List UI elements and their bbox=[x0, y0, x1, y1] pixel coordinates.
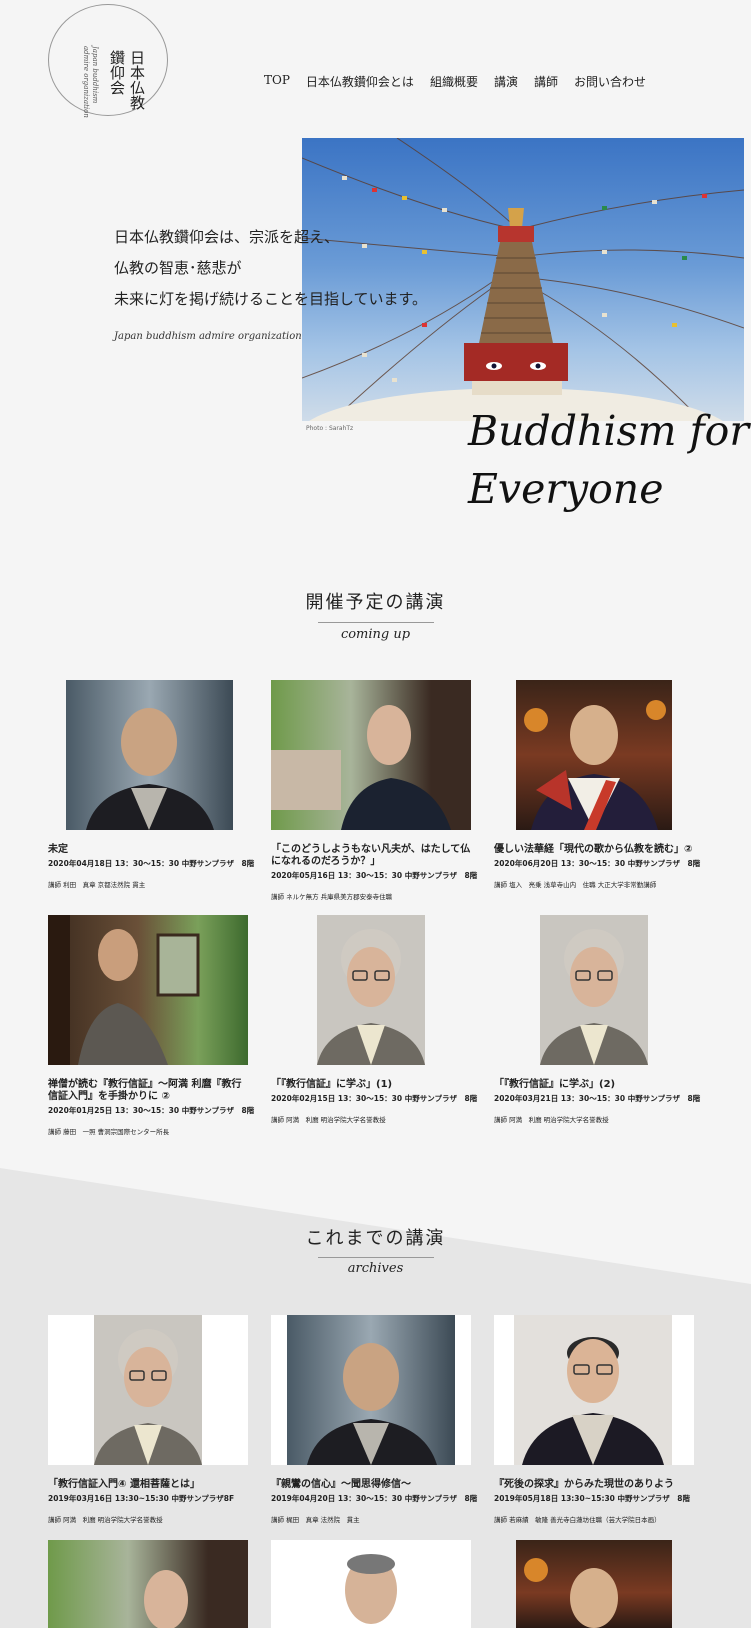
lecture-title[interactable]: 「教行信証入門④ 還相菩薩とは」 bbox=[48, 1479, 248, 1491]
logo-subtitle: Japan buddhism admire organization bbox=[82, 46, 99, 118]
lecture-date: 2020年05月16日 13：30～15：30 中野サンプラザ 8階 bbox=[271, 871, 478, 880]
archive-card[interactable]: 「教行信証入門④ 還相菩薩とは」 2019年03月16日 13:30~15:30… bbox=[48, 1315, 248, 1524]
upcoming-section-subtitle: coming up bbox=[340, 627, 411, 642]
nav-lectures[interactable]: 講演 bbox=[494, 73, 518, 90]
lecturer-photo[interactable] bbox=[271, 1315, 471, 1465]
lecture-date: 2019年03月16日 13:30~15:30 中野サンプラザ8F bbox=[48, 1494, 235, 1503]
photo-bg bbox=[516, 680, 672, 830]
nav-lecturers[interactable]: 講師 bbox=[534, 73, 558, 90]
lecture-date: 2020年02月15日 13：30～15：30 中野サンプラザ 8階 bbox=[271, 1094, 478, 1103]
lecture-date: 2020年06月20日 13：30～15：30 中野サンプラザ 8階 bbox=[494, 859, 701, 868]
photo-bg bbox=[48, 915, 248, 1065]
upcoming-section-title: 開催予定の講演 bbox=[305, 592, 446, 613]
lecture-title[interactable]: 「『教行信証』に学ぶ」(1) bbox=[271, 1079, 471, 1091]
lecture-card[interactable]: 優しい法華経「現代の歌から仏教を読む」② 2020年06月20日 13：30～1… bbox=[494, 680, 701, 889]
lecture-card[interactable]: 「『教行信証』に学ぶ」(2) 2020年03月21日 13：30～15：30 中… bbox=[494, 915, 701, 1124]
portrait-monk-illustration bbox=[307, 1343, 437, 1465]
lecture-speaker: 講師 利田 真章 京都法然院 貫主 bbox=[48, 881, 146, 889]
nav-top[interactable]: TOP bbox=[264, 73, 290, 90]
lecturer-photo[interactable] bbox=[494, 1315, 694, 1465]
lecturer-photo[interactable] bbox=[271, 680, 471, 830]
tagline-line-1: Buddhism for bbox=[468, 407, 749, 455]
logo-subtitle-line2: admire organization bbox=[82, 46, 90, 118]
portrait-priest-robes-illustration bbox=[524, 1558, 618, 1628]
lecturer-photo[interactable] bbox=[494, 915, 694, 1065]
archive-card-photo-partial[interactable] bbox=[516, 1540, 672, 1628]
portrait-monk-profile-illustration bbox=[144, 1570, 188, 1628]
portrait-professor-illustration bbox=[540, 929, 648, 1065]
lecture-title[interactable]: 禅僧が読む『教行信証』～阿満 利麿『教行信証入門』を手掛かりに ② bbox=[48, 1079, 248, 1103]
archives-title-divider bbox=[318, 1257, 434, 1258]
archive-card[interactable]: 『死後の探求』からみた現世のありよう 2019年05月18日 13:30~15:… bbox=[494, 1315, 694, 1524]
lecture-speaker: 講師 阿満 利麿 明治学院大学名誉教授 bbox=[48, 1516, 163, 1524]
lecturer-photo[interactable] bbox=[494, 680, 694, 830]
portrait-professor-illustration bbox=[317, 929, 425, 1065]
lecture-title[interactable]: 「『教行信証』に学ぶ」(2) bbox=[494, 1079, 694, 1091]
archive-card[interactable]: 『親鸞の信心』～聞思得修信～ 2019年04月20日 13：30～15：30 中… bbox=[271, 1315, 478, 1524]
lecturer-photo[interactable] bbox=[48, 680, 248, 830]
lecture-card[interactable]: 「『教行信証』に学ぶ」(1) 2020年02月15日 13：30～15：30 中… bbox=[271, 915, 478, 1124]
lecturer-photo[interactable] bbox=[48, 915, 248, 1065]
photo-bg bbox=[66, 680, 233, 830]
portrait-lecturer-illustration bbox=[345, 1554, 397, 1624]
lecture-speaker: 講師 若麻績 敏隆 善光寺白蓮坊住職（芸大学院日本画） bbox=[494, 1516, 661, 1524]
archives-section-subtitle: archives bbox=[347, 1261, 404, 1276]
lecturer-photo[interactable] bbox=[271, 915, 471, 1065]
hero-line-1: 日本仏教鑽仰会は、宗派を超え、 bbox=[114, 228, 340, 246]
main-nav: TOP 日本仏教鑽仰会とは 組織概要 講演 講師 お問い合わせ bbox=[264, 73, 646, 90]
lecture-speaker: 講師 ネルケ無方 兵庫県美方郡安泰寺住職 bbox=[271, 893, 393, 901]
archive-card-photo-partial[interactable] bbox=[48, 1540, 248, 1628]
photo-bg bbox=[317, 915, 425, 1065]
logo-title[interactable]: 日本仏教 鑽仰会 bbox=[108, 50, 146, 110]
archives-section-title: これまでの講演 bbox=[305, 1228, 446, 1249]
lecture-speaker: 講師 塩入 亮乗 浅草寺山内 住職 大正大学非常勤講師 bbox=[494, 881, 657, 889]
hero-tagline: Buddhism for Everyone bbox=[468, 402, 749, 518]
lecture-card[interactable]: 未定 2020年04月18日 13：30～15：30 中野サンプラザ 8階 講師… bbox=[48, 680, 255, 889]
tagline-line-2: Everyone bbox=[468, 465, 664, 513]
lecture-date: 2020年04月18日 13：30～15：30 中野サンプラザ 8階 bbox=[48, 859, 255, 868]
hero-line-2: 仏教の智恵･慈悲が bbox=[114, 259, 242, 277]
logo-title-line2: 鑽仰会 bbox=[108, 50, 126, 95]
photo-bg bbox=[540, 915, 648, 1065]
portrait-priest-robes-illustration bbox=[524, 700, 666, 830]
photo-bg bbox=[287, 1315, 455, 1465]
archive-card-photo-partial[interactable] bbox=[271, 1540, 471, 1628]
portrait-professor-illustration bbox=[94, 1329, 202, 1465]
hero-mission-text: 日本仏教鑽仰会は、宗派を超え、 仏教の智恵･慈悲が 未来に灯を掲げ続けることを目… bbox=[114, 222, 427, 315]
lecture-title[interactable]: 「このどうしようもない凡夫が、はたして仏になれるのだろうか？」 bbox=[271, 844, 471, 868]
portrait-zen-monk-illustration bbox=[48, 915, 200, 1065]
upcoming-title-divider bbox=[318, 622, 434, 623]
hero-line-3: 未来に灯を掲げ続けることを目指しています。 bbox=[114, 290, 428, 308]
lecture-date: 2019年05月18日 13:30~15:30 中野サンプラザ 8階 bbox=[494, 1494, 690, 1503]
portrait-monk-profile-illustration bbox=[271, 705, 451, 830]
lecture-title[interactable]: 優しい法華経「現代の歌から仏教を読む」② bbox=[494, 844, 694, 856]
lecture-title[interactable]: 『親鸞の信心』～聞思得修信～ bbox=[271, 1479, 471, 1491]
portrait-monk-illustration bbox=[86, 708, 214, 830]
lecturer-photo[interactable] bbox=[48, 1315, 248, 1465]
lecture-date: 2019年04月20日 13：30～15：30 中野サンプラザ 8階 bbox=[271, 1494, 478, 1503]
portrait-priest-illustration bbox=[522, 1337, 664, 1465]
photo-credit: Photo : SarahTz bbox=[306, 425, 354, 432]
lecture-date: 2020年01月25日 13：30～15：30 中野サンプラザ 8階 bbox=[48, 1106, 255, 1115]
nav-contact[interactable]: お問い合わせ bbox=[574, 73, 646, 90]
lecture-title[interactable]: 未定 bbox=[48, 844, 248, 856]
lecture-speaker: 講師 阿満 利麿 明治学院大学名誉教授 bbox=[494, 1116, 609, 1124]
photo-bg bbox=[94, 1315, 202, 1465]
photo-bg bbox=[514, 1315, 672, 1465]
logo-title-line1: 日本仏教 bbox=[128, 50, 146, 110]
lecture-speaker: 講師 阿満 利麿 明治学院大学名誉教授 bbox=[271, 1116, 386, 1124]
lecture-speaker: 講師 藤田 一照 曹洞宗国際センター所長 bbox=[48, 1128, 170, 1136]
lecture-date: 2020年03月21日 13：30～15：30 中野サンプラザ 8階 bbox=[494, 1094, 701, 1103]
nav-organization[interactable]: 組織概要 bbox=[430, 73, 478, 90]
lecture-title[interactable]: 『死後の探求』からみた現世のありよう bbox=[494, 1479, 694, 1491]
lecture-card[interactable]: 禅僧が読む『教行信証』～阿満 利麿『教行信証入門』を手掛かりに ② 2020年0… bbox=[48, 915, 255, 1136]
logo-subtitle-line1: Japan buddhism bbox=[91, 46, 99, 104]
hero-subtitle: Japan buddhism admire organization bbox=[114, 331, 302, 342]
lecture-speaker: 講師 梶田 真章 法然院 貫主 bbox=[271, 1516, 360, 1524]
photo-bg bbox=[271, 680, 471, 830]
lecture-card[interactable]: 「このどうしようもない凡夫が、はたして仏になれるのだろうか？」 2020年05月… bbox=[271, 680, 478, 901]
nav-about[interactable]: 日本仏教鑽仰会とは bbox=[306, 73, 414, 90]
